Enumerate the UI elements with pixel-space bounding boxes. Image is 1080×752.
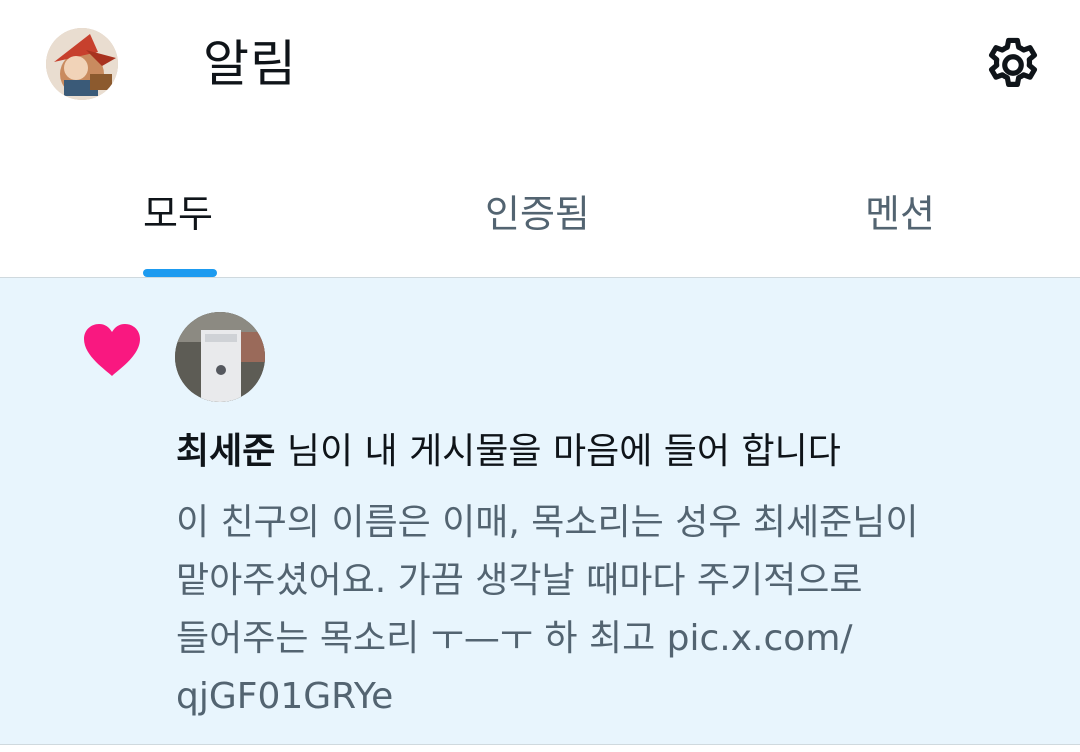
app-header: 알림 [0, 0, 1080, 130]
notification-item[interactable]: 최세준 님이 내 게시물을 마음에 들어 합니다 이 친구의 이름은 이매, 목… [0, 278, 1080, 745]
tab-verified[interactable]: 인증됨 [360, 150, 720, 277]
tab-all[interactable]: 모두 [0, 150, 360, 277]
tab-label: 모두 [143, 192, 213, 236]
post-preview: 이 친구의 이름은 이매, 목소리는 성우 최세준님이 맡아주셨어요. 가끔 생… [176, 502, 919, 717]
page-title: 알림 [203, 35, 297, 93]
avatar[interactable] [175, 312, 265, 402]
actor-name[interactable]: 최세준 [176, 431, 275, 472]
active-tab-indicator [143, 269, 217, 277]
settings-button[interactable] [982, 34, 1044, 96]
profile-avatar[interactable] [46, 28, 118, 100]
tab-bar: 모두 인증됨 멘션 [0, 150, 1080, 278]
tab-mentions[interactable]: 멘션 [720, 150, 1080, 277]
action-text: 님이 내 게시물을 마음에 들어 합니다 [275, 431, 841, 472]
notification-text: 최세준 님이 내 게시물을 마음에 들어 합니다 [176, 428, 841, 476]
gear-icon [988, 37, 1038, 87]
tab-label: 인증됨 [485, 192, 590, 236]
heart-icon [82, 322, 142, 378]
tab-label: 멘션 [865, 192, 935, 236]
